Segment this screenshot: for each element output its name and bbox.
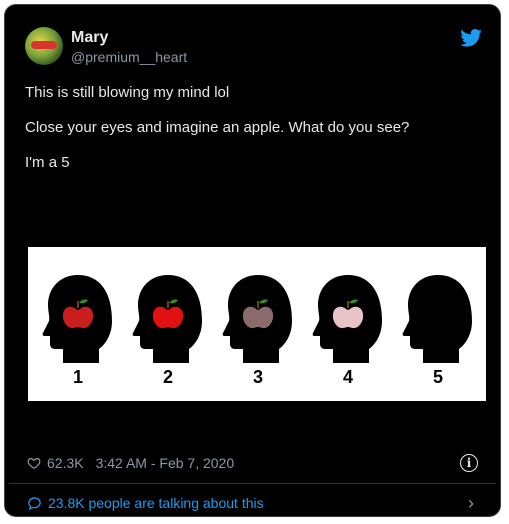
tweet-meta: 62.3K 3:42 AM - Feb 7, 2020 bbox=[27, 455, 234, 471]
head-number: 2 bbox=[162, 367, 173, 387]
head-number: 4 bbox=[342, 367, 353, 387]
head-silhouette: 2 bbox=[128, 267, 208, 387]
conversation-link[interactable]: 23.8K people are talking about this bbox=[27, 495, 264, 511]
like-count[interactable]: 62.3K bbox=[47, 455, 84, 471]
head-number: 3 bbox=[252, 367, 263, 387]
tweet-line: Close your eyes and imagine an apple. Wh… bbox=[25, 119, 410, 136]
head-number: 5 bbox=[432, 367, 443, 387]
head-silhouette: 3 bbox=[218, 267, 298, 387]
tweet-line: I'm a 5 bbox=[25, 154, 70, 171]
tweet-text: This is still blowing my mind lol Close … bbox=[25, 83, 485, 188]
tweet-line: This is still blowing my mind lol bbox=[25, 84, 230, 101]
head-silhouette: 4 bbox=[308, 267, 388, 387]
info-icon[interactable]: i bbox=[460, 454, 478, 472]
author-handle[interactable]: @premium__heart bbox=[71, 49, 187, 65]
tweet-image[interactable]: 1 2 3 4 5 bbox=[28, 247, 486, 401]
chevron-right-icon[interactable]: › bbox=[468, 493, 474, 514]
head-silhouette: 1 bbox=[38, 267, 118, 387]
head-silhouette: 5 bbox=[398, 267, 478, 387]
conversation-label: 23.8K people are talking about this bbox=[48, 495, 264, 511]
comment-icon bbox=[28, 496, 41, 510]
divider bbox=[9, 483, 496, 484]
tweet-card: Mary @premium__heart This is still blowi… bbox=[4, 4, 501, 517]
avatar[interactable] bbox=[25, 27, 63, 65]
author-name[interactable]: Mary bbox=[71, 29, 108, 47]
timestamp[interactable]: 3:42 AM - Feb 7, 2020 bbox=[96, 455, 235, 471]
heart-icon[interactable] bbox=[27, 456, 41, 470]
twitter-bird-icon[interactable] bbox=[460, 29, 482, 47]
head-number: 1 bbox=[72, 367, 83, 387]
